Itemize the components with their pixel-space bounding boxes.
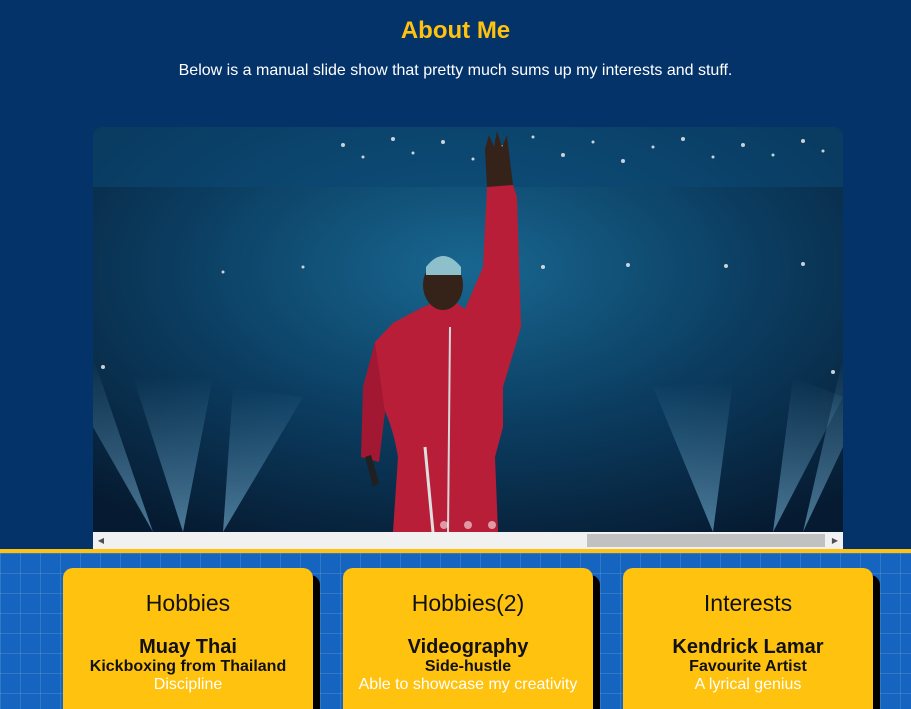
card-hobbies: Hobbies Muay Thai Kickboxing from Thaila… — [63, 568, 313, 709]
card-role: Side-hustle — [424, 658, 512, 675]
slideshow[interactable]: ◀ ▶ — [93, 127, 843, 549]
card-name: Videography — [407, 636, 529, 658]
card-heading: Interests — [703, 590, 793, 616]
scroll-left-arrow-icon[interactable]: ◀ — [93, 532, 109, 549]
cards-section: Hobbies Muay Thai Kickboxing from Thaila… — [0, 549, 911, 709]
card-heading: Hobbies(2) — [411, 590, 525, 616]
card-name: Kendrick Lamar — [672, 636, 824, 658]
horizontal-scrollbar[interactable]: ◀ ▶ — [93, 532, 843, 549]
slide-dot-1[interactable] — [440, 521, 448, 529]
card-description: Able to showcase my creativity — [358, 676, 578, 693]
card-role: Favourite Artist — [689, 658, 807, 675]
slide-image — [93, 127, 843, 532]
slide-dot-3[interactable] — [488, 521, 496, 529]
page-title: About Me — [400, 17, 511, 44]
card-hobbies-2: Hobbies(2) Videography Side-hustle Able … — [343, 568, 593, 709]
card-role: Kickboxing from Thailand — [89, 658, 287, 675]
page-subtitle: Below is a manual slide show that pretty… — [178, 62, 733, 79]
scrollbar-thumb[interactable] — [587, 534, 825, 547]
card-description: A lyrical genius — [694, 676, 802, 693]
about-section: About Me Below is a manual slide show th… — [0, 0, 911, 549]
card-heading: Hobbies — [145, 590, 231, 616]
card-name: Muay Thai — [139, 636, 237, 658]
card-description: Discipline — [153, 676, 223, 693]
slide-dot-2[interactable] — [464, 521, 472, 529]
card-interests: Interests Kendrick Lamar Favourite Artis… — [623, 568, 873, 709]
slide-indicators — [93, 521, 843, 529]
scroll-right-arrow-icon[interactable]: ▶ — [827, 532, 843, 549]
